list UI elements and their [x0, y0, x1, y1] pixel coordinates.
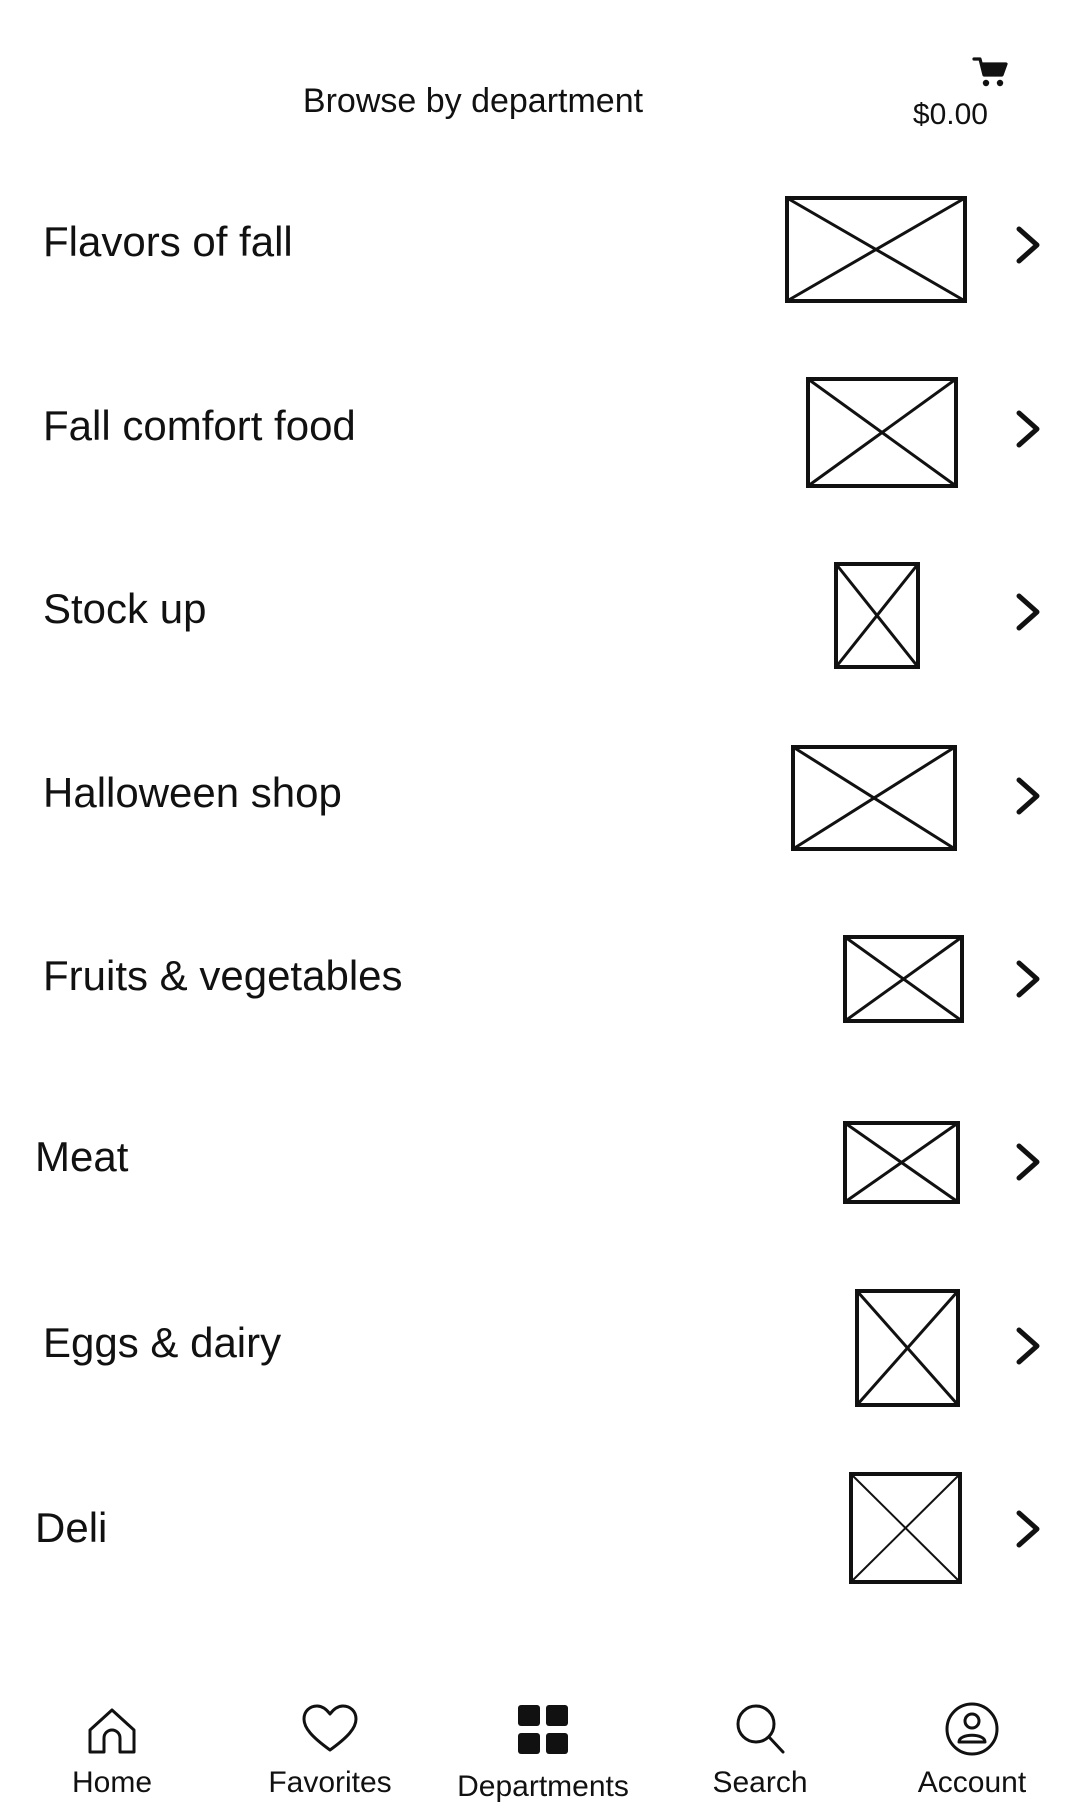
tab-label: Home — [71, 1766, 153, 1799]
account-icon — [942, 1700, 1002, 1760]
image-placeholder-icon — [843, 935, 964, 1023]
chevron-right-icon — [1013, 589, 1043, 635]
heart-icon — [300, 1700, 360, 1760]
tab-label: Departments — [457, 1770, 629, 1803]
department-row-fall-comfort-food[interactable]: Fall comfort food — [0, 360, 1080, 500]
image-placeholder-icon — [855, 1289, 960, 1407]
department-label: Deli — [35, 1504, 108, 1551]
image-placeholder-icon — [849, 1472, 962, 1584]
image-placeholder-icon — [785, 196, 967, 303]
department-row-fruits-and-vegetables[interactable]: Fruits & vegetables — [0, 910, 1080, 1050]
department-row-flavors-of-fall[interactable]: Flavors of fall — [0, 176, 1080, 316]
department-label: Fall comfort food — [43, 402, 356, 449]
department-row-eggs-and-dairy[interactable]: Eggs & dairy — [0, 1277, 1080, 1417]
shopping-cart-icon — [972, 55, 1010, 89]
image-placeholder-icon — [843, 1121, 960, 1204]
tab-label: Account — [917, 1766, 1027, 1799]
department-label: Flavors of fall — [43, 218, 293, 265]
department-row-deli[interactable]: Deli — [0, 1460, 1080, 1600]
cart-button[interactable]: $0.00 — [890, 55, 1010, 135]
tab-search[interactable]: Search — [670, 1684, 850, 1800]
tab-favorites[interactable]: Favorites — [240, 1684, 420, 1800]
tab-account[interactable]: Account — [882, 1684, 1062, 1800]
cart-total: $0.00 — [912, 98, 988, 131]
chevron-right-icon — [1013, 1323, 1043, 1369]
chevron-right-icon — [1013, 406, 1043, 452]
department-row-meat[interactable]: Meat — [0, 1093, 1080, 1233]
chevron-right-icon — [1013, 1139, 1043, 1185]
bottom-tab-bar: Home Favorites Departments Search Accoun… — [0, 1684, 1080, 1803]
department-label: Stock up — [43, 585, 207, 632]
image-placeholder-icon — [806, 377, 958, 488]
department-label: Meat — [35, 1133, 129, 1180]
image-placeholder-icon — [834, 562, 920, 669]
grid-icon — [513, 1700, 573, 1760]
department-label: Fruits & vegetables — [43, 952, 403, 999]
search-icon — [730, 1700, 790, 1760]
chevron-right-icon — [1013, 222, 1043, 268]
image-placeholder-icon — [791, 745, 957, 851]
department-row-stock-up[interactable]: Stock up — [0, 543, 1080, 683]
chevron-right-icon — [1013, 1506, 1043, 1552]
page-title: Browse by department — [302, 82, 644, 120]
department-label: Halloween shop — [43, 769, 342, 816]
tab-home[interactable]: Home — [28, 1684, 196, 1800]
department-label: Eggs & dairy — [43, 1319, 282, 1366]
tab-label: Favorites — [268, 1766, 392, 1799]
department-row-halloween-shop[interactable]: Halloween shop — [0, 727, 1080, 867]
tab-departments[interactable]: Departments — [448, 1684, 638, 1803]
chevron-right-icon — [1013, 956, 1043, 1002]
tab-label: Search — [712, 1766, 808, 1799]
home-icon — [82, 1700, 142, 1760]
chevron-right-icon — [1013, 773, 1043, 819]
